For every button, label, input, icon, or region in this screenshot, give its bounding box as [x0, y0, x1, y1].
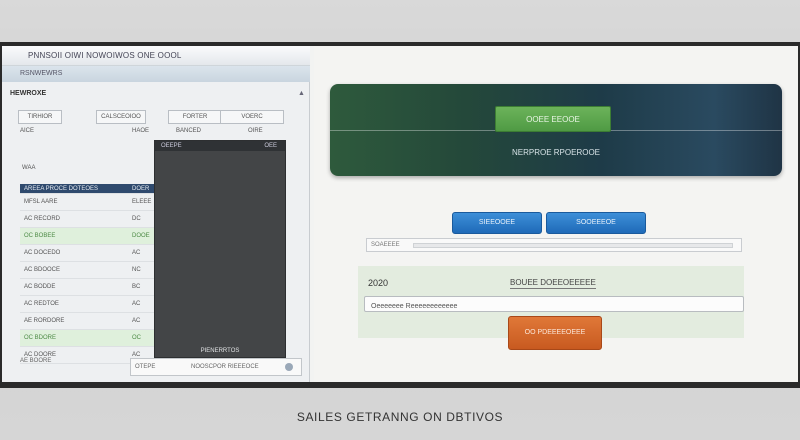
blue-button-1[interactable]: SIEEOOEE [452, 212, 542, 234]
form-text-input[interactable] [364, 296, 744, 312]
table-row[interactable]: AC BDOOCE NC [20, 262, 156, 279]
col-header-f: OIRE [248, 128, 263, 134]
data-table: AREEA PROCE DOTEOES DOER MFSL AARE ELEEE… [20, 184, 156, 364]
cell-code: BC [132, 284, 141, 290]
banner-subtitle: NERPROE RPOEROOE [511, 148, 600, 157]
table-row[interactable]: MFSL AARE ELEEE [20, 194, 156, 211]
cell-name: AC BODDE [24, 284, 56, 290]
form-year: 2020 [368, 278, 389, 288]
window-title-bar: PNNSOII OIWI NOWOIWOS ONE OOOL [2, 46, 310, 66]
cell-code: ELEEE [132, 199, 152, 205]
status-toggle-icon[interactable] [285, 363, 293, 371]
cell-name: AE RORDORE [24, 318, 65, 324]
status-right: NOOSCPOR RIEEEOCE [191, 364, 259, 370]
cell-code: OC [132, 335, 141, 341]
status-left: OTEPE [135, 364, 156, 370]
cell-name: AC BDOOCE [24, 267, 61, 273]
blue-button-2[interactable]: SOOEEEOE [546, 212, 646, 234]
cell-name: MFSL AARE [24, 199, 58, 205]
table-row[interactable]: OC BOBEE DOOE [20, 228, 156, 245]
table-row[interactable]: AC REDTOE AC [20, 296, 156, 313]
cell-name: AC RECORD [24, 216, 61, 222]
table-row[interactable]: AC DOCEDO AC [20, 245, 156, 262]
cell-code: DC [132, 216, 141, 222]
app-window: PNNSOII OIWI NOWOIWOS ONE OOOL RSNWEWRS … [2, 46, 798, 382]
form-link[interactable]: BOUEE DOEEOEEEEE [510, 278, 596, 289]
window-subtitle-bar: RSNWEWRS [2, 66, 310, 82]
bottom-label: AE BOORE [20, 358, 52, 364]
filter-button-1[interactable]: TIRHIOR [18, 110, 62, 124]
filter-button-4[interactable]: VOERC [220, 110, 284, 124]
filter-button-3[interactable]: FORTER [168, 110, 222, 124]
slider-track[interactable] [413, 243, 733, 248]
cell-name: AC DOCEDO [24, 250, 61, 256]
table-row[interactable]: OC BDORE OC [20, 330, 156, 347]
page-caption: SAILES GETRANNG ON DBTIVOS [296, 410, 504, 424]
col-header-c: BANCED [176, 128, 202, 134]
dark-list-panel[interactable]: OEEPE OEE [154, 140, 286, 358]
banner-primary-button[interactable]: OOEE EEOOE [495, 106, 611, 132]
status-bar: OTEPE NOOSCPOR RIEEEOCE [130, 358, 302, 376]
hero-banner: OOEE EEOOE NERPROE RPOEROOE [330, 84, 782, 176]
cell-name: AC REDTOE [24, 301, 59, 307]
cell-name: AREEA PROCE DOTEOES [24, 186, 99, 192]
cell-code: AC [132, 301, 141, 307]
table-row[interactable]: AC RECORD DC [20, 211, 156, 228]
dark-list-footer: PIENERRTOS [200, 348, 240, 354]
cell-code: AC [132, 250, 141, 256]
section-label: HEWROXE [10, 90, 47, 97]
table-row[interactable]: AC BODDE BC [20, 279, 156, 296]
submit-button[interactable]: OO PDEEEEOEEE [508, 316, 602, 350]
col-header-a: AICE [20, 128, 35, 134]
filter-button-2[interactable]: CALSCEOIOO [96, 110, 146, 124]
cell-code: DOOE [132, 233, 150, 239]
scroll-up-icon[interactable]: ▲ [298, 90, 305, 97]
dark-list-header: OEEPE OEE [155, 141, 285, 151]
cell-name: OC BDORE [24, 335, 57, 341]
app-window-frame: PNNSOII OIWI NOWOIWOS ONE OOOL RSNWEWRS … [0, 42, 800, 388]
table-row[interactable]: AREEA PROCE DOTEOES DOER [20, 184, 156, 194]
col-header-b: HAOE [132, 128, 150, 134]
col-header-e: WAA [22, 165, 36, 171]
cell-code: NC [132, 267, 141, 273]
slider-row: SOAEEEE [366, 238, 742, 252]
table-row[interactable]: AE RORDORE AC [20, 313, 156, 330]
dark-list-header-right: OEE [264, 143, 277, 149]
cell-code: AC [132, 318, 141, 324]
left-panel: PNNSOII OIWI NOWOIWOS ONE OOOL RSNWEWRS … [2, 46, 310, 382]
cell-code: DOER [132, 186, 150, 192]
right-panel: OOEE EEOOE NERPROE RPOEROOE SIEEOOEE SOO… [314, 46, 798, 382]
cell-name: OC BOBEE [24, 233, 56, 239]
slider-label: SOAEEEE [371, 242, 400, 248]
dark-list-header-left: OEEPE [161, 143, 182, 149]
